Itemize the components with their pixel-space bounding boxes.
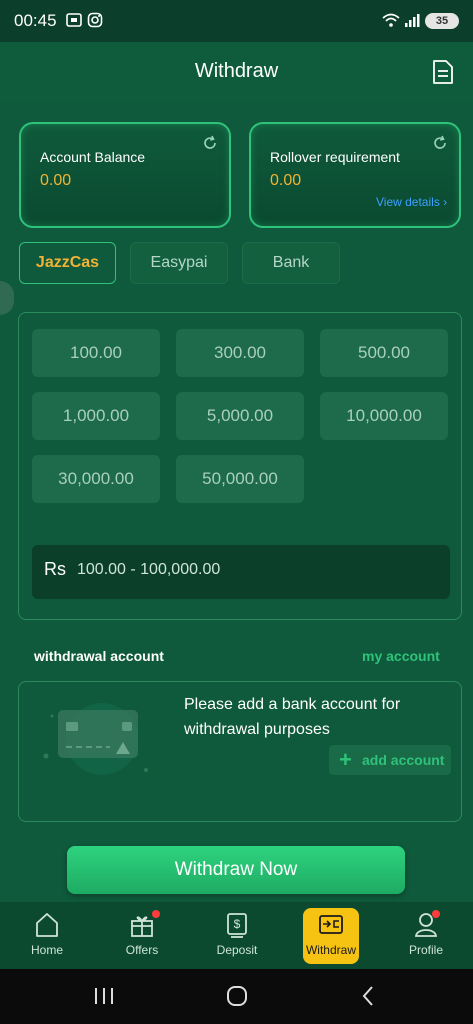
add-account-button[interactable]: + add account <box>329 745 451 775</box>
offers-badge <box>152 910 160 918</box>
my-account-link[interactable]: my account <box>362 648 440 664</box>
tab-jazzcash[interactable]: JazzCas <box>19 242 116 284</box>
add-account-label: add account <box>362 752 445 768</box>
nav-home-label: Home <box>30 943 63 957</box>
back-icon[interactable] <box>360 985 376 1007</box>
document-icon[interactable] <box>432 59 454 85</box>
rollover-value: 0.00 <box>270 172 302 189</box>
credit-card-illustration-icon <box>43 703 148 775</box>
view-details-link[interactable]: View details › <box>376 195 447 209</box>
account-balance-value: 0.00 <box>40 172 72 189</box>
nav-offers[interactable]: Offers <box>112 902 172 969</box>
amount-option[interactable]: 50,000.00 <box>176 455 304 503</box>
nav-deposit[interactable]: $ Deposit <box>207 902 267 969</box>
nav-home[interactable]: Home <box>17 902 77 969</box>
nav-withdraw[interactable]: Withdraw <box>301 902 361 969</box>
currency-label: Rs <box>44 559 66 579</box>
instagram-icon <box>87 12 103 28</box>
recent-apps-icon[interactable] <box>93 986 115 1006</box>
nav-profile[interactable]: Profile <box>396 902 456 969</box>
tab-bank[interactable]: Bank <box>242 242 340 284</box>
wifi-icon <box>382 13 400 27</box>
screenshot-icon <box>66 13 82 27</box>
deposit-icon: $ <box>227 913 247 938</box>
add-account-message: Please add a bank account for withdrawal… <box>184 696 401 738</box>
nav-profile-label: Profile <box>408 943 443 957</box>
amount-option[interactable]: 30,000.00 <box>32 455 160 503</box>
profile-badge <box>432 910 440 918</box>
page-title: Withdraw <box>194 60 279 82</box>
withdraw-icon <box>319 915 343 934</box>
amount-option[interactable]: 10,000.00 <box>320 392 448 440</box>
refresh-icon[interactable] <box>432 135 448 151</box>
amount-range-placeholder: 100.00 - 100,000.00 <box>77 561 221 578</box>
rollover-label: Rollover requirement <box>270 149 400 165</box>
amount-option[interactable]: 100.00 <box>32 329 160 377</box>
battery-indicator: 35 <box>425 13 459 29</box>
amount-option[interactable]: 500.00 <box>320 329 448 377</box>
signal-icon <box>405 14 420 27</box>
account-balance-label: Account Balance <box>40 149 146 165</box>
svg-text:$: $ <box>234 917 241 931</box>
plus-icon: + <box>339 747 352 772</box>
withdrawal-account-title: withdrawal account <box>34 648 164 664</box>
amount-option[interactable]: 5,000.00 <box>176 392 304 440</box>
nav-withdraw-label: Withdraw <box>305 943 356 957</box>
view-details-label: View details <box>376 195 440 209</box>
amount-option[interactable]: 1,000.00 <box>32 392 160 440</box>
refresh-icon[interactable] <box>202 135 218 151</box>
nav-deposit-label: Deposit <box>216 943 258 957</box>
tab-easypaisa[interactable]: Easypai <box>130 242 228 284</box>
gift-icon <box>131 916 153 937</box>
withdraw-now-button[interactable]: Withdraw Now <box>67 846 405 894</box>
nav-offers-label: Offers <box>125 943 159 957</box>
status-time: 00:45 <box>14 11 57 30</box>
amount-option[interactable]: 300.00 <box>176 329 304 377</box>
home-icon <box>36 913 58 937</box>
chevron-right-icon: › <box>443 195 448 209</box>
home-button-icon[interactable] <box>226 985 248 1007</box>
